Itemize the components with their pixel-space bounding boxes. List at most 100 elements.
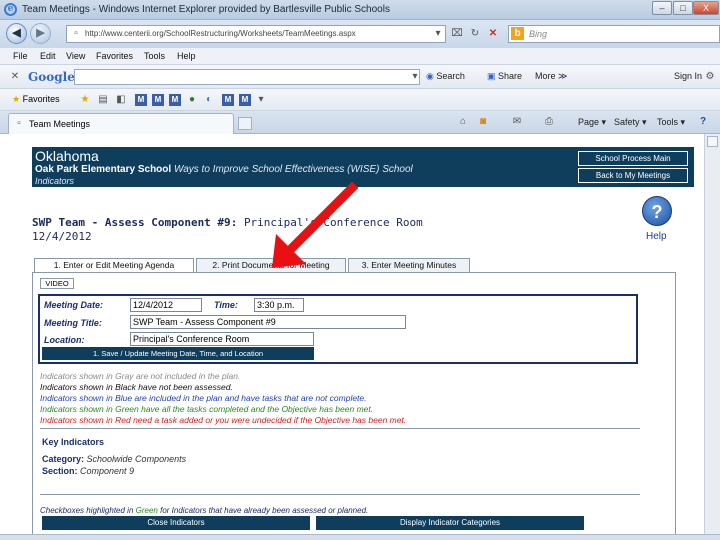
- key-indicators-heading: Key Indicators: [42, 437, 105, 447]
- share-icon: ▣: [487, 71, 496, 81]
- divider: [40, 428, 640, 429]
- read-mail-icon[interactable]: ✉: [510, 115, 524, 129]
- help-icon[interactable]: ?: [642, 196, 672, 226]
- star-icon: ★: [12, 94, 21, 104]
- wrench-icon[interactable]: ⚙: [703, 70, 717, 84]
- favorites-button[interactable]: ★ Favorites: [12, 94, 60, 105]
- close-window-button[interactable]: X: [693, 1, 719, 15]
- bing-placeholder: Bing: [529, 29, 548, 39]
- page-banner: Oklahoma Oak Park Elementary School Ways…: [32, 147, 554, 187]
- forward-button[interactable]: ▶: [30, 23, 51, 44]
- tab-meeting-minutes[interactable]: 3. Enter Meeting Minutes: [348, 258, 470, 272]
- tab-bar: ▫ Team Meetings ⌂ ◙ ✉ ⎙ Page ▾ Safety ▾ …: [0, 111, 720, 134]
- web-slice-icon[interactable]: ◧: [114, 93, 128, 107]
- meeting-name: SWP Team - Assess Component #9: [32, 216, 231, 229]
- print-icon[interactable]: ⎙: [542, 115, 556, 129]
- time-field[interactable]: 3:30 p.m.: [254, 298, 304, 312]
- google-search-label: Search: [436, 71, 465, 81]
- more-button[interactable]: More ≫: [535, 71, 567, 82]
- chevron-down-icon[interactable]: ▾: [254, 93, 268, 107]
- school-line: Oak Park Elementary School Ways to Impro…: [35, 164, 413, 175]
- legend-red: Indicators shown in Red need a task adde…: [40, 415, 407, 425]
- menu-file[interactable]: File: [13, 51, 28, 61]
- new-tab-button[interactable]: [238, 117, 252, 130]
- google-search-input[interactable]: [74, 69, 420, 85]
- bing-logo-icon: b: [511, 27, 524, 40]
- meeting-heading: SWP Team - Assess Component #9: Principa…: [32, 216, 423, 229]
- ie-page-icon[interactable]: ◐: [202, 93, 216, 107]
- menu-help[interactable]: Help: [177, 51, 196, 61]
- checkbox-note: Checkboxes highlighted in Green for Indi…: [40, 506, 368, 515]
- m-link-icon[interactable]: M: [169, 94, 181, 106]
- favorites-label: Favorites: [22, 94, 60, 104]
- video-button[interactable]: VIDEO: [40, 278, 74, 289]
- category-value: Schoolwide Components: [86, 454, 187, 464]
- globe-icon[interactable]: ●: [185, 93, 199, 107]
- legend-blue: Indicators shown in Blue are included in…: [40, 393, 367, 403]
- m-link-icon[interactable]: M: [239, 94, 251, 106]
- back-to-my-meetings-button[interactable]: Back to My Meetings: [578, 168, 688, 183]
- back-button[interactable]: ◀: [6, 23, 27, 44]
- url-dropdown-icon[interactable]: ▾: [431, 27, 445, 41]
- checkbox-note-green: Green: [135, 506, 158, 515]
- display-indicator-categories-button[interactable]: Display Indicator Categories: [316, 516, 584, 530]
- google-search-button[interactable]: ◉ Search: [426, 71, 465, 82]
- minimize-button[interactable]: –: [652, 1, 672, 15]
- meeting-date-field[interactable]: 12/4/2012: [130, 298, 202, 312]
- home-icon[interactable]: ⌂: [456, 115, 470, 129]
- scroll-up-icon[interactable]: [707, 136, 718, 147]
- window-title: Team Meetings - Windows Internet Explore…: [22, 4, 390, 15]
- browser-tab-label: Team Meetings: [29, 119, 91, 129]
- browser-tab-team-meetings[interactable]: ▫ Team Meetings: [8, 113, 234, 134]
- google-dropdown-icon[interactable]: ▾: [408, 70, 422, 84]
- google-toolbar: ✕ Google ▾ ◉ Search ▣ Share More ≫ Sign …: [0, 65, 720, 89]
- favorites-bar: ★ Favorites ★ ▤ ◧ M M M ● ◐ M M ▾: [0, 89, 720, 111]
- maximize-button[interactable]: □: [673, 1, 693, 15]
- vertical-scrollbar[interactable]: [704, 134, 720, 540]
- m-link-icon[interactable]: M: [135, 94, 147, 106]
- category-line: Category: Schoolwide Components: [42, 454, 186, 464]
- help-label[interactable]: Help: [646, 231, 667, 242]
- tools-menu[interactable]: Tools ▾: [657, 117, 685, 128]
- meeting-title-field[interactable]: SWP Team - Assess Component #9: [130, 315, 406, 329]
- school-name: Oak Park Elementary School: [35, 164, 172, 175]
- sign-in-link[interactable]: Sign In: [674, 71, 702, 81]
- menu-edit[interactable]: Edit: [40, 51, 56, 61]
- title-bar: e Team Meetings - Windows Internet Explo…: [0, 0, 720, 20]
- divider: [40, 494, 640, 495]
- close-indicators-button[interactable]: Close Indicators: [42, 516, 310, 530]
- save-update-button[interactable]: 1. Save / Update Meeting Date, Time, and…: [42, 347, 314, 360]
- feeds-icon[interactable]: ◙: [476, 115, 490, 129]
- compatibility-view-icon[interactable]: ⌧: [450, 27, 464, 41]
- back-arrow-icon: ◀: [12, 27, 21, 39]
- menu-tools[interactable]: Tools: [144, 51, 165, 61]
- program-name: Ways to Improve School Effectiveness (WI…: [173, 164, 380, 175]
- tab-edit-agenda[interactable]: 1. Enter or Edit Meeting Agenda: [34, 258, 194, 273]
- help-menu-icon[interactable]: ?: [696, 115, 710, 129]
- share-button[interactable]: ▣ Share: [487, 71, 522, 82]
- page-menu[interactable]: Page ▾: [578, 117, 606, 128]
- refresh-icon[interactable]: ↻: [468, 27, 482, 41]
- menu-favorites[interactable]: Favorites: [96, 51, 133, 61]
- page-icon: ▫: [74, 28, 78, 39]
- time-label: Time:: [214, 300, 238, 310]
- safety-menu[interactable]: Safety ▾: [614, 117, 647, 128]
- location-label: Location:: [44, 335, 85, 345]
- add-favorite-icon[interactable]: ★: [78, 93, 92, 107]
- meeting-title-label: Meeting Title:: [44, 318, 102, 328]
- menu-view[interactable]: View: [66, 51, 85, 61]
- category-label: Category:: [42, 454, 85, 464]
- google-logo: Google: [28, 70, 75, 84]
- url-text: http://www.centerii.org/SchoolRestructur…: [85, 29, 356, 38]
- location-field[interactable]: Principal's Conference Room: [130, 332, 314, 346]
- page-favicon-icon: ▫: [17, 118, 21, 129]
- url-input[interactable]: ▫ http://www.centerii.org/SchoolRestruct…: [66, 25, 446, 43]
- bing-search-input[interactable]: b Bing: [508, 25, 720, 43]
- stop-icon[interactable]: ✕: [486, 27, 500, 41]
- school-process-main-button[interactable]: School Process Main: [578, 151, 688, 166]
- m-link-icon[interactable]: M: [152, 94, 164, 106]
- suggested-sites-icon[interactable]: ▤: [96, 93, 110, 107]
- m-link-icon[interactable]: M: [222, 94, 234, 106]
- section-value: Component 9: [80, 466, 135, 476]
- close-toolbar-icon[interactable]: ✕: [8, 70, 22, 84]
